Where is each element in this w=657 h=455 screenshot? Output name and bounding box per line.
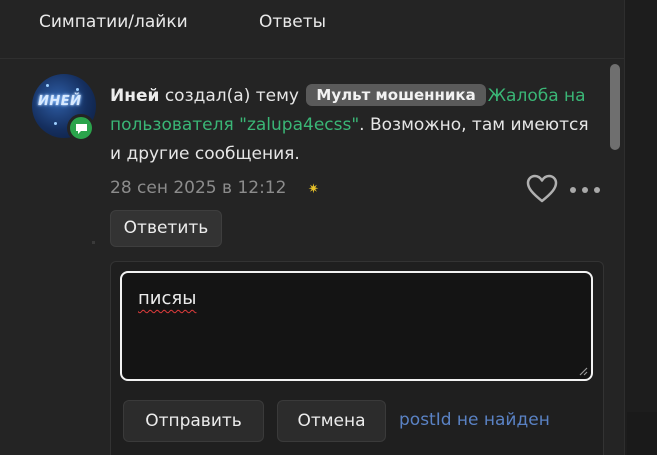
cancel-button[interactable]: Отмена — [277, 400, 386, 442]
reply-button[interactable]: Ответить — [110, 210, 222, 247]
page: Симпатии/лайки Ответы ИНЕЙ Иней создал(а… — [0, 0, 657, 455]
avatar-sparkle — [46, 84, 49, 87]
divider-dot — [92, 241, 95, 244]
username-link[interactable]: Иней — [110, 86, 159, 106]
more-dot — [582, 187, 588, 193]
post-action: создал(а) тему — [164, 86, 299, 106]
more-dot — [594, 187, 600, 193]
tab-replies[interactable]: Ответы — [259, 12, 326, 32]
send-button[interactable]: Отправить — [123, 400, 264, 442]
more-dot — [570, 187, 576, 193]
thread-prefix-badge: Мульт мошенника — [306, 84, 486, 106]
right-panel-lower — [627, 412, 657, 455]
right-panel — [624, 0, 657, 455]
reply-textarea-value: писяы — [138, 288, 197, 309]
resize-handle-icon[interactable] — [578, 366, 588, 376]
avatar-logo-text: ИНЕЙ — [38, 94, 82, 109]
scrollbar[interactable] — [610, 64, 620, 455]
tab-likes[interactable]: Симпатии/лайки — [39, 12, 188, 32]
post-date[interactable]: 28 сен 2025 в 12:12 — [110, 178, 286, 198]
status-badge — [67, 114, 95, 142]
more-icon[interactable] — [570, 187, 600, 193]
sun-icon: ✷ — [308, 182, 319, 197]
heart-icon[interactable] — [526, 174, 558, 204]
error-message: postId не найден — [399, 410, 550, 430]
reply-textarea[interactable]: писяы — [120, 271, 593, 381]
scrollbar-thumb[interactable] — [610, 64, 620, 150]
avatar-sparkle — [76, 88, 79, 91]
avatar-sparkle — [54, 122, 57, 125]
comment-icon — [76, 124, 87, 134]
tabs-bar: Симпатии/лайки Ответы — [0, 0, 624, 59]
post-text: Иней создал(а) тему Мульт мошенника Жалоб… — [110, 82, 602, 169]
